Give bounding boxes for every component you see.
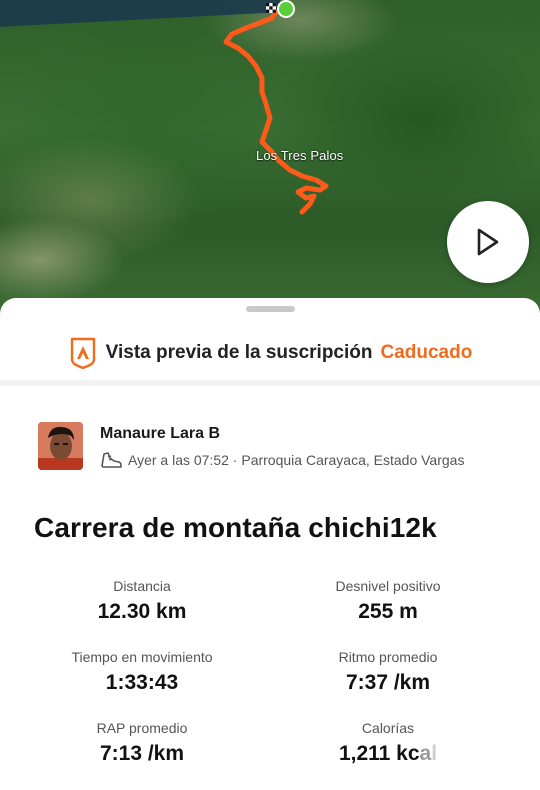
stat-gap-pace: RAP promedio 7:13 /km xyxy=(17,720,267,766)
activity-title: Carrera de montaña chichi12k xyxy=(34,512,437,543)
sheet-drag-handle[interactable] xyxy=(246,306,295,312)
map-place-label: Los Tres Palos xyxy=(256,148,344,163)
strava-subscription-icon xyxy=(70,337,95,369)
stat-value: 12.30 km xyxy=(97,600,187,623)
stat-value-fade: l xyxy=(431,742,438,765)
play-icon xyxy=(477,228,499,256)
stat-calories: Calorías 1,211 kcal xyxy=(263,720,513,766)
stat-distance: Distancia 12.30 km xyxy=(17,578,267,624)
stat-value: 7:13 /km xyxy=(99,742,185,765)
start-point-icon xyxy=(277,0,295,18)
activity-meta-text: Ayer a las 07:52 · Parroquia Carayaca, E… xyxy=(128,452,465,468)
subscription-status: Caducado xyxy=(380,342,473,363)
athlete-name[interactable]: Manaure Lara B xyxy=(100,425,220,443)
athlete-header[interactable]: Manaure Lara B Ayer a las 07:52 · Parroq… xyxy=(38,422,508,474)
stat-label: Ritmo promedio xyxy=(338,649,438,665)
section-divider xyxy=(0,380,540,386)
run-shoe-icon xyxy=(101,452,122,468)
avatar[interactable] xyxy=(38,422,83,470)
stat-value: 7:37 /km xyxy=(345,671,431,694)
activity-meta: Ayer a las 07:52 · Parroquia Carayaca, E… xyxy=(100,450,464,470)
finish-flag-icon xyxy=(266,3,276,13)
stat-value-main: 1,211 kc xyxy=(338,742,420,765)
stat-label: Calorías xyxy=(361,720,415,736)
stat-value: 1,211 kcal xyxy=(263,742,513,766)
stat-average-pace: Ritmo promedio 7:37 /km xyxy=(263,649,513,695)
stat-elevation-gain: Desnivel positivo 255 m xyxy=(263,578,513,624)
route-map[interactable]: Los Tres Palos xyxy=(0,0,540,320)
stat-label: Distancia xyxy=(113,578,171,594)
subscription-banner[interactable]: Vista previa de la suscripción Caducado xyxy=(0,330,540,376)
subscription-text: Vista previa de la suscripción xyxy=(105,342,373,363)
stat-moving-time: Tiempo en movimiento 1:33:43 xyxy=(17,649,267,695)
stat-value-fade: a xyxy=(419,742,432,765)
stat-label: RAP promedio xyxy=(96,720,188,736)
activity-sheet: Vista previa de la suscripción Caducado … xyxy=(0,298,540,790)
play-flyover-button[interactable] xyxy=(447,201,529,283)
stat-value: 1:33:43 xyxy=(105,671,179,694)
avatar-photo xyxy=(38,422,83,470)
stat-value: 255 m xyxy=(358,600,418,623)
stat-label: Tiempo en movimiento xyxy=(71,649,213,665)
stat-label: Desnivel positivo xyxy=(335,578,441,594)
